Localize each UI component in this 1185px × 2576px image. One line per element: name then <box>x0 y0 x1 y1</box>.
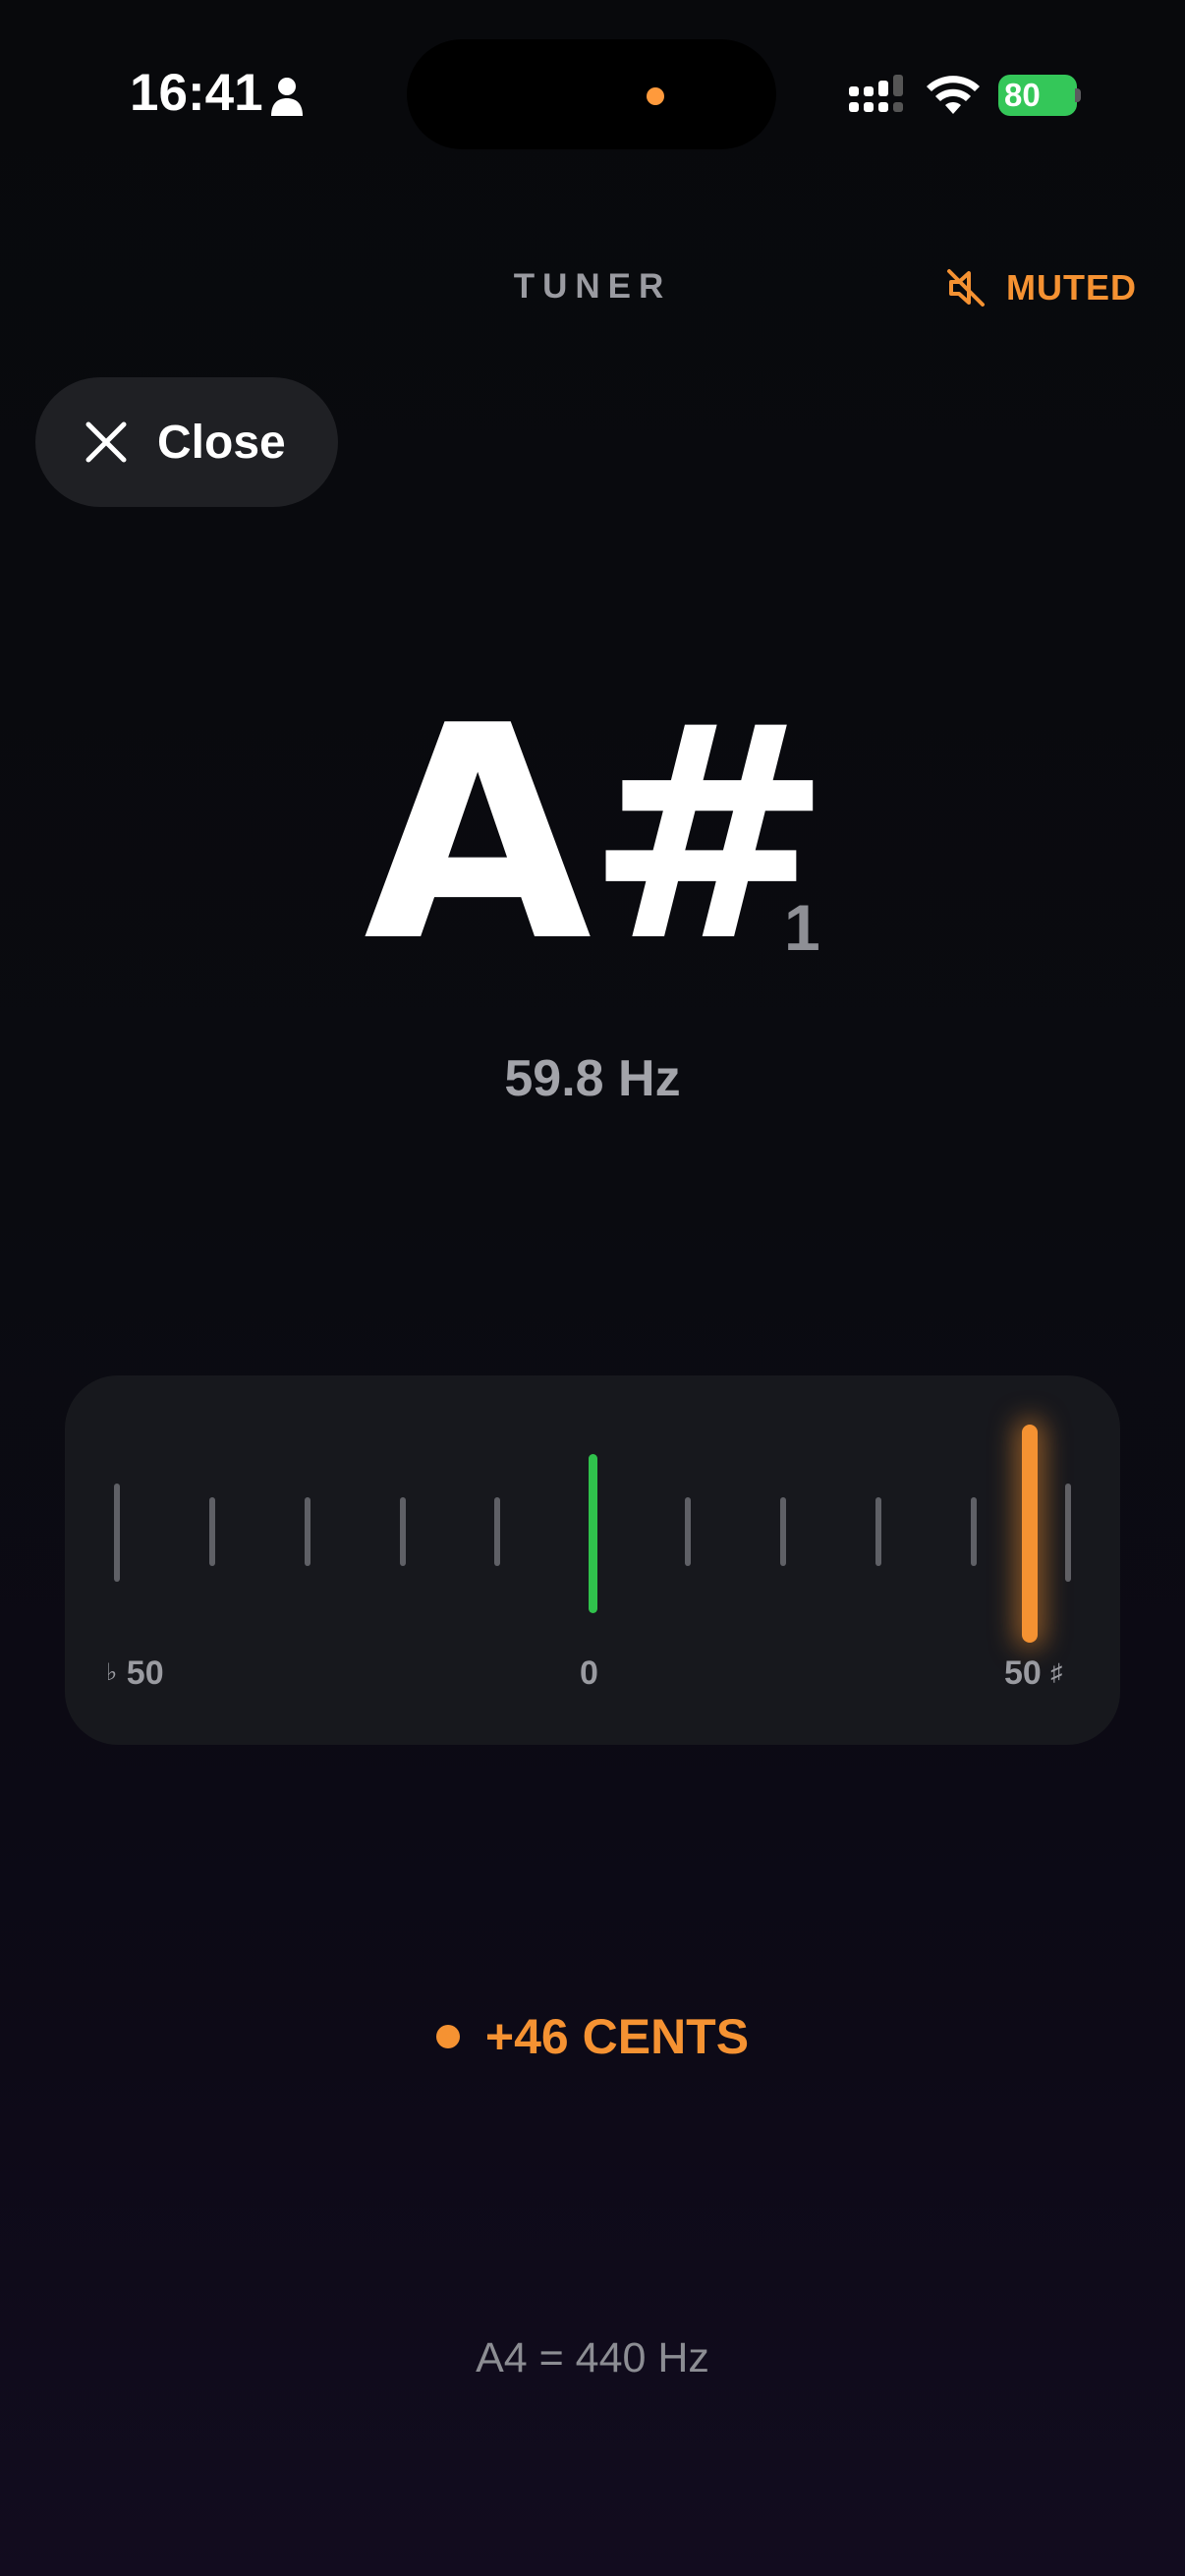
tuning-needle <box>1022 1425 1039 1643</box>
meter-tick <box>685 1497 691 1566</box>
meter-tick <box>209 1497 215 1566</box>
center-label: 0 <box>580 1654 598 1692</box>
dynamic-island <box>407 39 776 149</box>
reference-pitch: A4 = 440 Hz <box>476 2334 709 2381</box>
meter-tick <box>1065 1484 1071 1582</box>
flat-symbol: ♭ <box>106 1659 118 1686</box>
sharp-value: 50 <box>1004 1654 1042 1692</box>
mute-toggle[interactable]: MUTED <box>945 263 1137 312</box>
mute-label: MUTED <box>1006 267 1137 308</box>
battery-level: 80 <box>1004 77 1041 113</box>
person-icon <box>271 78 303 116</box>
battery-cap <box>1075 88 1081 102</box>
meter-tick <box>780 1497 786 1566</box>
meter-tick <box>494 1497 500 1566</box>
status-time: 16:41 <box>130 64 263 122</box>
frequency-readout: 59.8 Hz <box>504 1050 681 1107</box>
close-button[interactable]: Close <box>35 377 338 507</box>
wifi-icon <box>927 76 980 114</box>
flat-limit-label: ♭ 50 <box>106 1654 164 1693</box>
meter-tick <box>875 1497 881 1566</box>
cents-label: +46 CENTS <box>484 2009 750 2064</box>
close-label: Close <box>157 416 286 469</box>
note-name: A# <box>364 663 833 1006</box>
speaker-muted-icon <box>947 269 985 307</box>
cents-indicator-dot <box>435 2025 460 2048</box>
sharp-symbol: ♯ <box>1050 1659 1063 1686</box>
flat-value: 50 <box>126 1654 164 1692</box>
meter-tick <box>114 1484 120 1582</box>
close-icon <box>85 421 127 463</box>
privacy-indicator-dot <box>647 87 664 105</box>
note-octave: 1 <box>784 891 820 964</box>
cents-meter: ♭ 50 0 50 ♯ <box>65 1375 1120 1745</box>
status-bar: 16:41 80 <box>0 0 1185 196</box>
meter-center-tick <box>589 1454 597 1613</box>
cellular-signal-icon <box>849 75 903 112</box>
cents-readout: +46 CENTS <box>0 2008 1185 2065</box>
meter-tick <box>971 1497 977 1566</box>
sharp-limit-label: 50 ♯ <box>1004 1654 1062 1693</box>
meter-tick <box>400 1497 406 1566</box>
meter-tick <box>305 1497 310 1566</box>
